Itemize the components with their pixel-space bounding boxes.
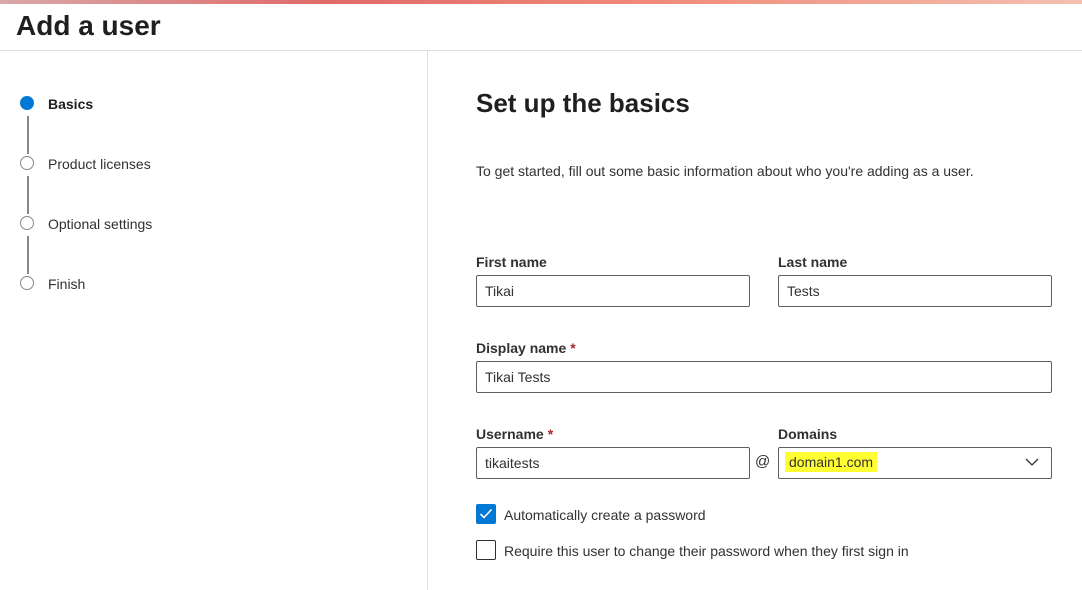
page-title: Add a user (16, 10, 161, 41)
step-label: Finish (48, 276, 86, 292)
display-name-label-row: Display name * (476, 339, 576, 357)
first-name-input[interactable] (476, 275, 750, 307)
header-divider (0, 50, 1082, 51)
checkmark-icon (479, 508, 493, 519)
first-name-label: First name (476, 254, 547, 270)
top-accent-bar (0, 0, 1082, 4)
step-label: Optional settings (48, 216, 153, 232)
at-symbol: @ (755, 453, 771, 470)
step-connector (27, 236, 29, 274)
auto-password-checkbox[interactable] (476, 504, 496, 524)
display-name-input[interactable] (476, 361, 1052, 393)
username-label: Username (476, 426, 544, 442)
panel-divider (427, 51, 428, 590)
step-pending-indicator-icon (20, 276, 34, 290)
step-active-indicator-icon (20, 96, 34, 110)
chevron-down-icon (1025, 458, 1039, 466)
step-pending-indicator-icon (20, 156, 34, 170)
required-marker: * (570, 340, 576, 356)
auto-password-label[interactable]: Automatically create a password (504, 506, 706, 524)
display-name-label: Display name (476, 340, 567, 356)
last-name-input[interactable] (778, 275, 1052, 307)
require-change-checkbox[interactable] (476, 540, 496, 560)
username-label-row: Username * (476, 425, 553, 443)
domains-label: Domains (778, 426, 838, 442)
last-name-label: Last name (778, 254, 848, 270)
section-title: Set up the basics (476, 88, 690, 118)
step-connector (27, 176, 29, 214)
step-label: Basics (48, 96, 94, 112)
domains-dropdown[interactable]: domain1.com (778, 447, 1052, 479)
step-connector (27, 116, 29, 154)
domains-selected-value: domain1.com (785, 452, 878, 472)
required-marker: * (547, 426, 554, 442)
intro-text: To get started, fill out some basic info… (476, 163, 974, 179)
username-input[interactable] (476, 447, 750, 479)
step-pending-indicator-icon (20, 216, 34, 230)
require-change-label[interactable]: Require this user to change their passwo… (504, 542, 909, 560)
step-label: Product licenses (48, 156, 151, 172)
